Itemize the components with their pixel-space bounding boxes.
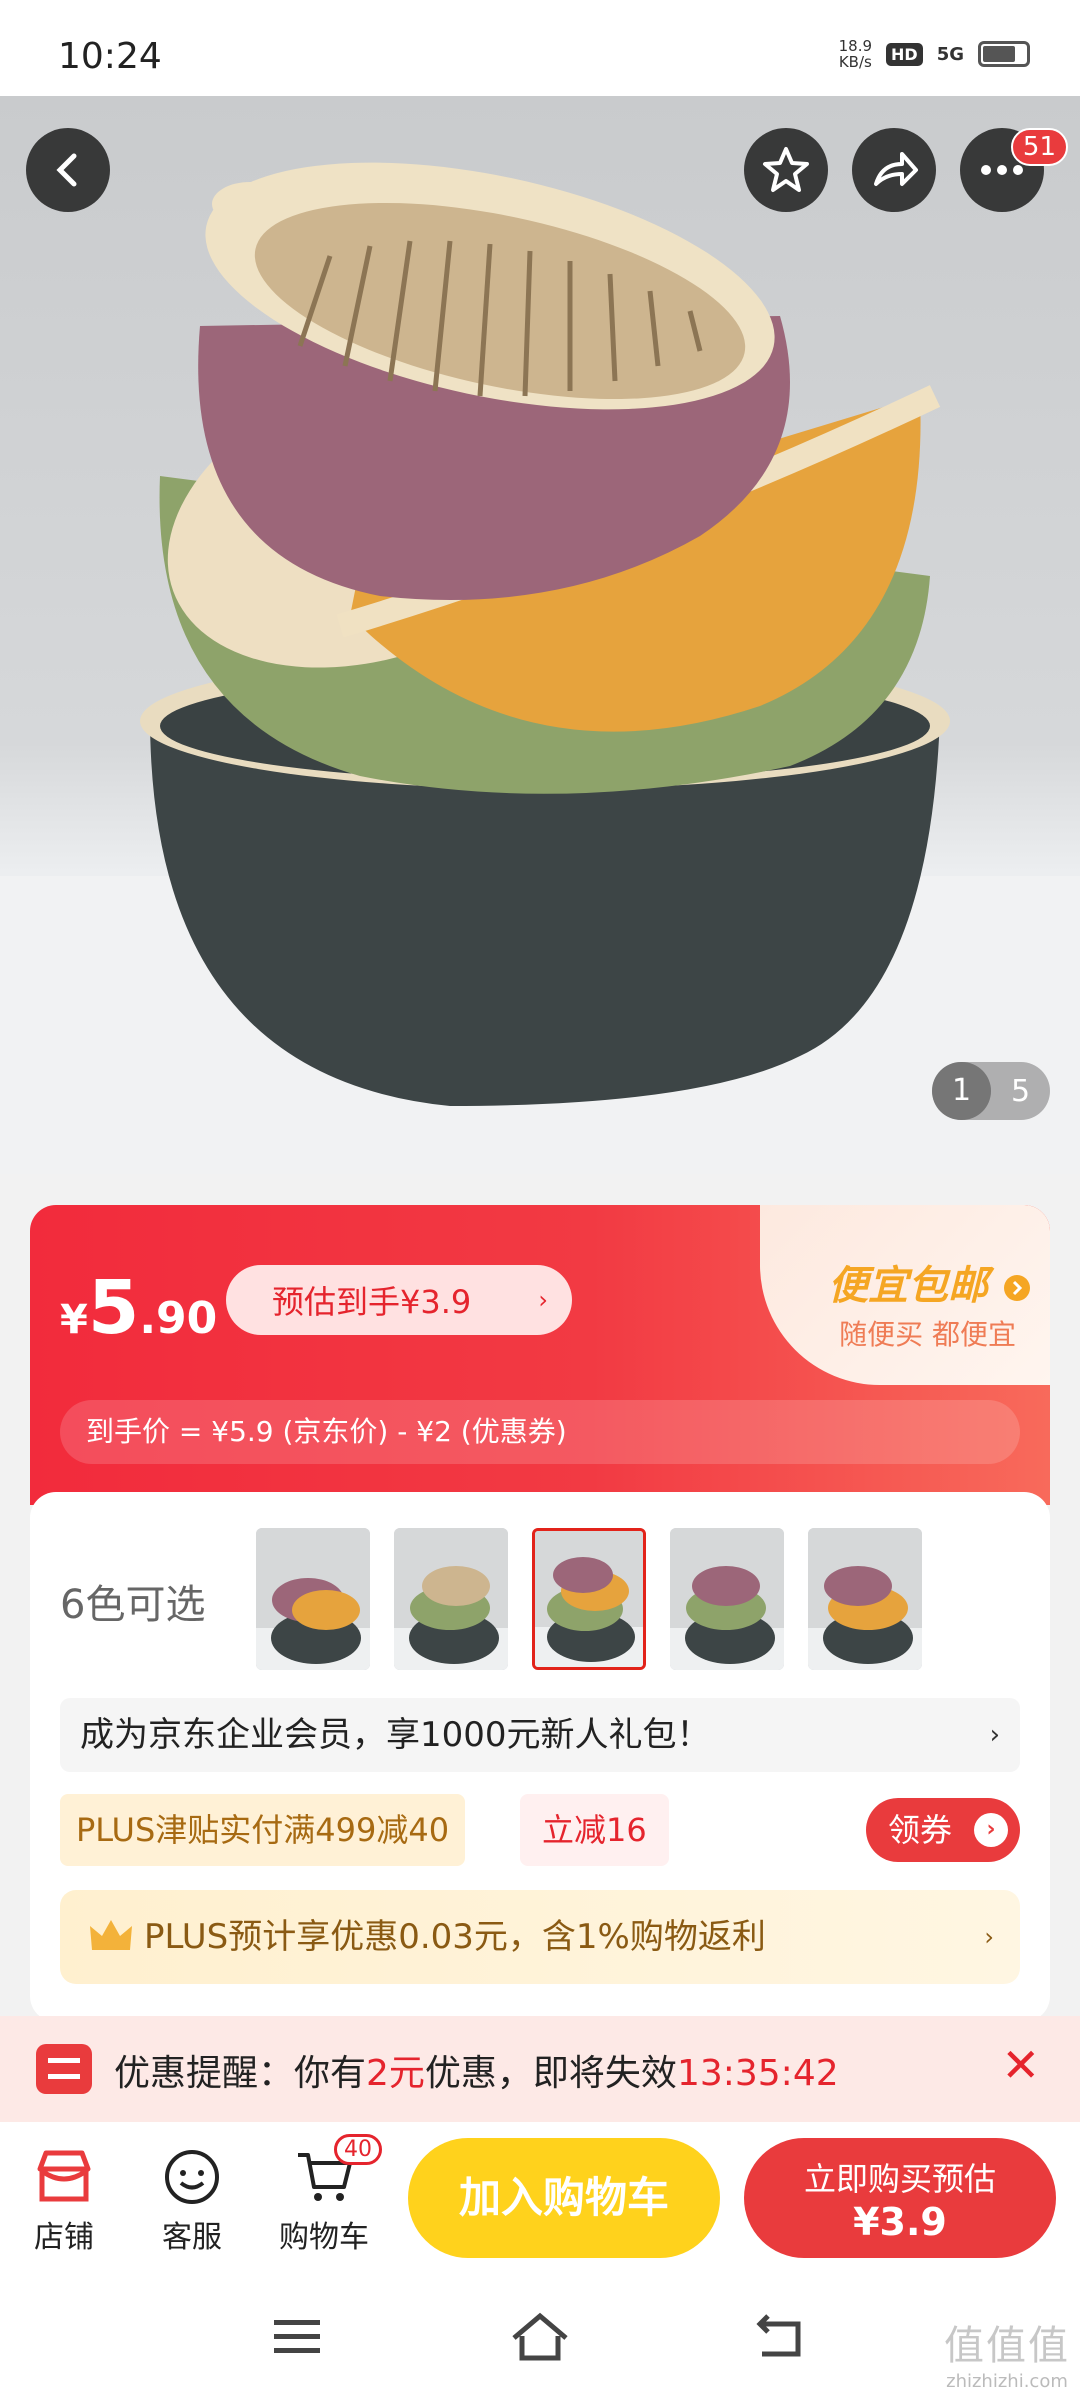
- customer-service-label: 客服: [162, 2220, 222, 2255]
- cart-button[interactable]: 40 购物车: [264, 2134, 384, 2256]
- color-thumbnail[interactable]: [256, 1528, 370, 1670]
- customer-service-icon: [165, 2150, 219, 2204]
- buy-now-price: ¥3.9: [853, 2200, 947, 2244]
- status-bar: 10:24 18.9 KB/s HD 5G: [0, 0, 1080, 96]
- back-arrow-icon: [56, 153, 77, 187]
- coupon-icon: [36, 2044, 92, 2094]
- watermark: 值值值 zhizhizhi.com: [944, 2313, 1070, 2392]
- chevron-circle-icon: [1004, 1275, 1030, 1301]
- reminder-amount: 2元: [366, 2053, 425, 2094]
- watermark-logo: 值值值: [944, 2323, 1070, 2369]
- watermark-domain: zhizhizhi.com: [946, 2371, 1068, 2392]
- price-card: ¥5.90 预估到手¥3.9 › 便宜包邮 随便买 都便宜 到手价 = ¥5.9…: [30, 1205, 1050, 1505]
- price: ¥5.90: [60, 1265, 217, 1351]
- color-count-label: 6色可选: [60, 1582, 206, 1628]
- arrow-right-icon: ›: [974, 1813, 1008, 1847]
- crown-icon: [90, 1920, 132, 1950]
- hd-icon: HD: [886, 42, 923, 66]
- bowl-thumbnail-image: [394, 1528, 508, 1670]
- store-button[interactable]: 店铺: [4, 2142, 124, 2256]
- price-calculation: 到手价 = ¥5.9 (京东价) - ¥2 (优惠券): [60, 1400, 1020, 1464]
- image-pager: 1 5: [932, 1062, 1050, 1120]
- network-speed: 18.9 KB/s: [839, 38, 872, 70]
- price-currency: ¥: [60, 1297, 88, 1343]
- product-photo-bowls: [0, 162, 1080, 1174]
- chevron-right-icon: ›: [538, 1286, 548, 1314]
- cart-count-badge: 40: [334, 2134, 382, 2165]
- instant-discount-tag: 立减16: [520, 1794, 669, 1866]
- customer-service-button[interactable]: 客服: [132, 2142, 252, 2256]
- bowl-thumbnail-image: [808, 1528, 922, 1670]
- close-icon[interactable]: ✕: [1001, 2038, 1040, 2092]
- color-thumbnail[interactable]: [394, 1528, 508, 1670]
- network-speed-unit: KB/s: [838, 53, 872, 71]
- get-coupon-button[interactable]: 领券 ›: [866, 1798, 1020, 1862]
- share-icon: [874, 152, 918, 186]
- reminder-countdown: 13:35:42: [676, 2053, 839, 2094]
- price-integer: 5: [87, 1265, 140, 1351]
- coupon-button-label: 领券: [888, 1811, 953, 1849]
- product-options-card: 6色可选 成为京东企业会员，享1000元新人礼包！ › PLUS津贴实付满499…: [30, 1492, 1050, 2022]
- battery-icon: [978, 41, 1030, 67]
- reminder-text: 优惠提醒：你有2元优惠，即将失效13:35:42: [114, 2053, 839, 2094]
- enterprise-member-banner[interactable]: 成为京东企业会员，享1000元新人礼包！ ›: [60, 1698, 1020, 1772]
- home-icon[interactable]: [510, 2308, 570, 2364]
- promo-subtitle: 随便买 都便宜: [839, 1318, 1016, 1351]
- color-thumbnail-selected[interactable]: [532, 1528, 646, 1670]
- plus-benefit-text: PLUS预计享优惠0.03元，含1%购物返利: [144, 1917, 766, 1957]
- product-image-carousel[interactable]: 51 1 5: [0, 96, 1080, 1174]
- menu-icon[interactable]: [270, 2312, 326, 2362]
- discount-reminder-banner[interactable]: 优惠提醒：你有2元优惠，即将失效13:35:42 ✕: [0, 2016, 1080, 2122]
- promo-title[interactable]: 便宜包邮: [828, 1253, 1032, 1311]
- chevron-right-icon: ›: [984, 1923, 994, 1951]
- plus-benefit-banner[interactable]: PLUS预计享优惠0.03元，含1%购物返利 ›: [60, 1890, 1020, 1984]
- notification-badge: 51: [1010, 128, 1068, 166]
- chevron-right-icon: ›: [989, 1720, 1000, 1750]
- bowl-thumbnail-image: [256, 1528, 370, 1670]
- back-icon[interactable]: [752, 2310, 808, 2362]
- pager-current: 1: [932, 1062, 991, 1120]
- buy-now-button[interactable]: 立即购买预估 ¥3.9: [744, 2138, 1056, 2258]
- bowl-thumbnail-image: [670, 1528, 784, 1670]
- store-label: 店铺: [34, 2220, 94, 2255]
- member-banner-text: 成为京东企业会员，享1000元新人礼包！: [80, 1715, 711, 1755]
- color-thumbnail[interactable]: [670, 1528, 784, 1670]
- bowl-thumbnail-image: [535, 1531, 643, 1667]
- plus-allowance-tag: PLUS津贴实付满499减40: [60, 1794, 466, 1866]
- system-navigation-bar: 值值值 zhizhizhi.com: [0, 2282, 1080, 2400]
- share-button[interactable]: [852, 128, 936, 212]
- estimate-price-label: 预估到手¥3.9: [272, 1283, 472, 1321]
- add-to-cart-button[interactable]: 加入购物车: [408, 2138, 720, 2258]
- star-icon: [763, 147, 809, 192]
- estimate-price-button[interactable]: 预估到手¥3.9 ›: [226, 1265, 572, 1335]
- favorite-button[interactable]: [744, 128, 828, 212]
- cart-label: 购物车: [279, 2220, 369, 2255]
- price-decimal: .90: [139, 1293, 218, 1344]
- status-time: 10:24: [58, 36, 162, 77]
- status-icons: 18.9 KB/s HD 5G: [839, 38, 1030, 70]
- bottom-action-bar: 店铺 客服 40 购物车 加入购物车 立即购买预估 ¥3.9: [0, 2122, 1080, 2282]
- network-speed-value: 18.9: [838, 37, 873, 55]
- signal-5g-icon: 5G: [936, 43, 964, 65]
- pager-total: 5: [1010, 1073, 1031, 1109]
- buy-now-label: 立即购买预估: [803, 2160, 996, 2198]
- back-button[interactable]: [26, 128, 110, 212]
- store-icon: [37, 2150, 91, 2202]
- color-thumbnail[interactable]: [808, 1528, 922, 1670]
